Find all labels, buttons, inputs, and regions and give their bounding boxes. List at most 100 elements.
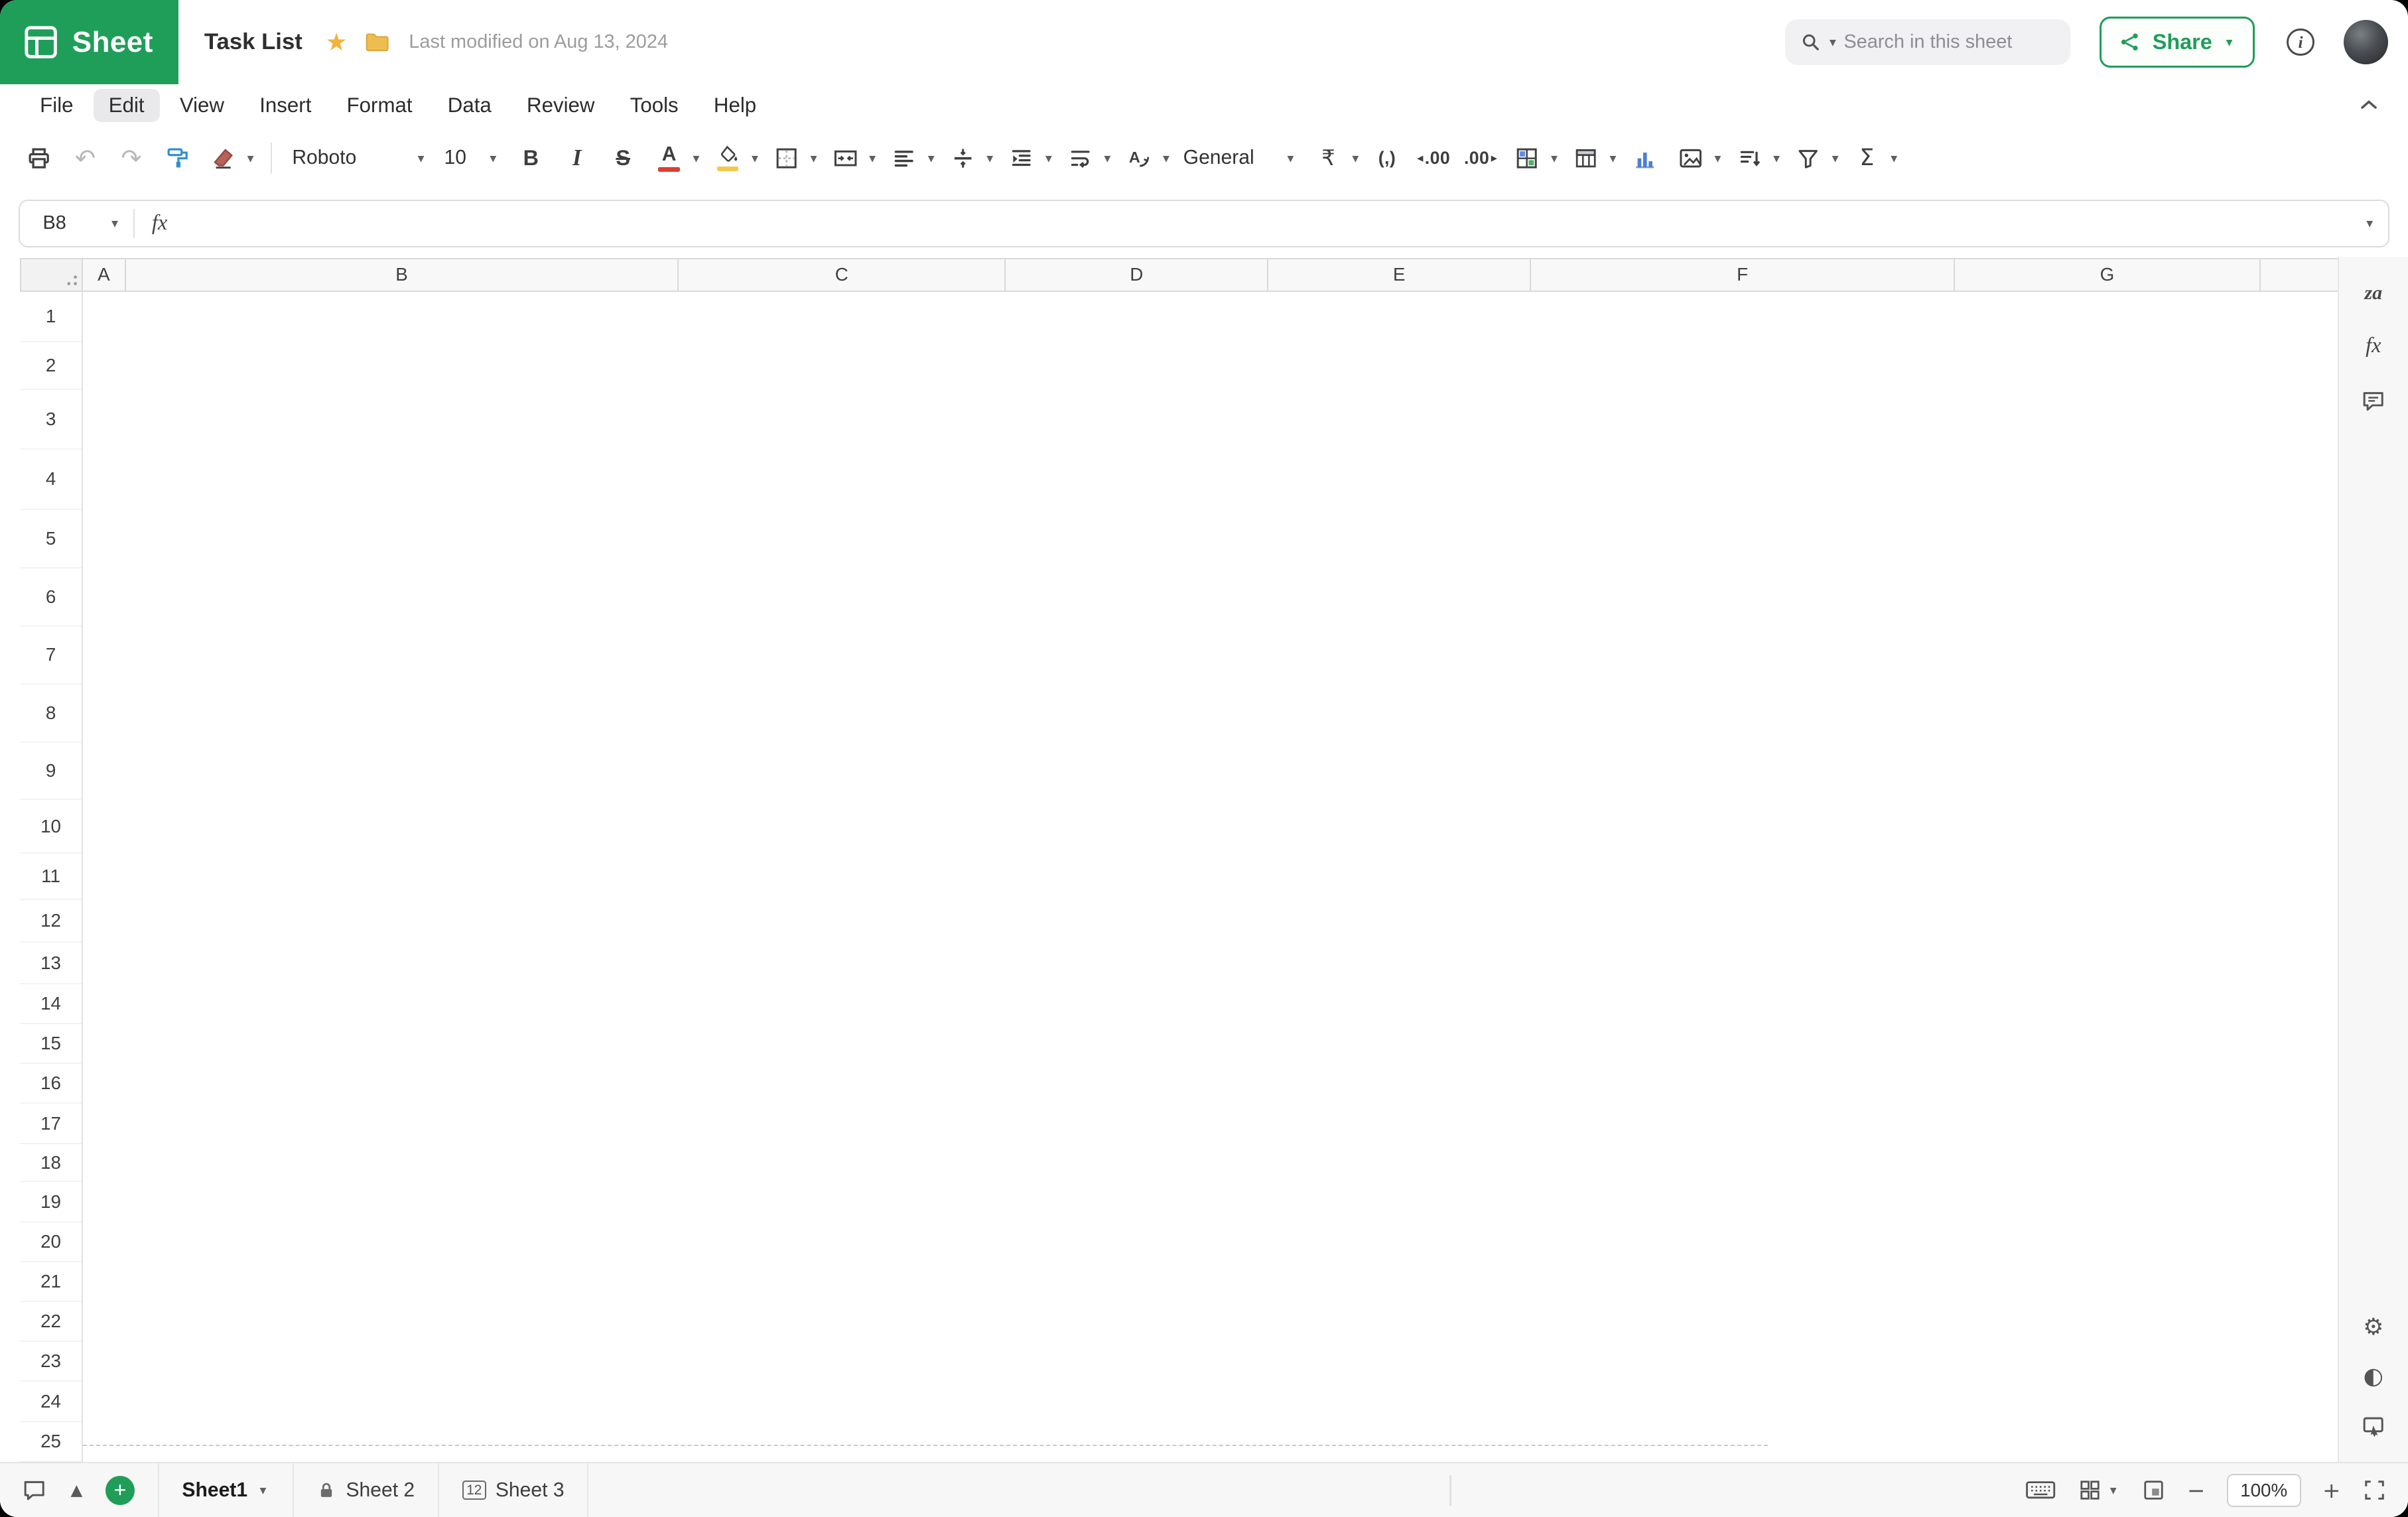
vertical-align-chevron-icon[interactable]: ▾ (984, 152, 996, 165)
sheet-tab-2[interactable]: Sheet 2 (294, 1463, 439, 1517)
row-header-12[interactable]: 12 (20, 900, 82, 943)
favorite-star-icon[interactable]: ★ (326, 28, 348, 56)
wrap-text-chevron-icon[interactable]: ▾ (1101, 152, 1114, 165)
theme-brightness-icon[interactable]: ◐ (2364, 1365, 2383, 1388)
cells-canvas[interactable] (83, 292, 2338, 1462)
insert-image-chevron-icon[interactable]: ▾ (1711, 152, 1724, 165)
column-header-H[interactable]: H (2261, 258, 2338, 292)
functions-chevron-icon[interactable]: ▾ (1888, 152, 1901, 165)
column-header-G[interactable]: G (1955, 258, 2261, 292)
add-sheet-button[interactable]: + (105, 1476, 135, 1505)
font-color-chevron-icon[interactable]: ▾ (690, 152, 702, 165)
tips-tour-icon[interactable] (2360, 1414, 2386, 1440)
zia-assistant-icon[interactable]: za (2364, 281, 2382, 304)
row-header-11[interactable]: 11 (20, 854, 82, 899)
indent-chevron-icon[interactable]: ▾ (1042, 152, 1055, 165)
sheet-tab-3[interactable]: 12 Sheet 3 (439, 1463, 588, 1517)
select-all-corner[interactable] (20, 258, 83, 292)
settings-gear-icon[interactable]: ⚙ (2363, 1316, 2383, 1339)
row-header-2[interactable]: 2 (20, 342, 82, 390)
search-input[interactable] (1843, 31, 2056, 53)
undo-button[interactable]: ↶ (64, 137, 106, 180)
format-painter-button[interactable] (157, 137, 198, 180)
row-header-1[interactable]: 1 (20, 292, 82, 342)
sheet-tab-1-chevron-icon[interactable]: ▾ (257, 1484, 269, 1497)
redo-button[interactable]: ↷ (111, 137, 153, 180)
formula-bar-expand-chevron-icon[interactable]: ▾ (2364, 217, 2389, 230)
merge-cells-button[interactable] (825, 137, 866, 180)
wrap-text-button[interactable] (1059, 137, 1101, 180)
name-box[interactable]: B8 ▾ (20, 212, 133, 234)
fill-color-chevron-icon[interactable]: ▾ (748, 152, 761, 165)
row-header-16[interactable]: 16 (20, 1064, 82, 1104)
italic-button[interactable]: I (556, 137, 598, 180)
text-rotation-button[interactable]: A (1118, 137, 1160, 180)
borders-button[interactable] (766, 137, 807, 180)
decrease-decimal-button[interactable]: ◂.00 (1412, 137, 1455, 180)
menu-help[interactable]: Help (699, 89, 772, 122)
horizontal-align-button[interactable] (884, 137, 925, 180)
clear-format-button[interactable] (203, 137, 245, 180)
strikethrough-button[interactable]: S (602, 137, 644, 180)
user-avatar[interactable] (2344, 20, 2388, 64)
row-header-9[interactable]: 9 (20, 743, 82, 800)
zoom-in-button[interactable]: + (2322, 1478, 2340, 1503)
column-header-E[interactable]: E (1268, 258, 1531, 292)
info-button[interactable]: i (2287, 29, 2314, 56)
row-header-14[interactable]: 14 (20, 984, 82, 1024)
currency-format-button[interactable]: ₹ (1307, 137, 1349, 180)
row-header-5[interactable]: 5 (20, 510, 82, 568)
sheet-view-icon[interactable] (2141, 1478, 2166, 1502)
row-header-15[interactable]: 15 (20, 1024, 82, 1064)
text-rotation-chevron-icon[interactable]: ▾ (1160, 152, 1172, 165)
keyboard-shortcuts-icon[interactable] (2025, 1479, 2056, 1500)
functions-button[interactable]: Σ (1846, 137, 1888, 180)
clear-format-chevron-icon[interactable]: ▾ (244, 152, 257, 165)
collapse-toolbar-icon[interactable] (2354, 94, 2383, 117)
row-header-18[interactable]: 18 (20, 1144, 82, 1183)
merge-cells-chevron-icon[interactable]: ▾ (866, 152, 879, 165)
table-style-chevron-icon[interactable]: ▾ (1607, 152, 1619, 165)
sheet-search-box[interactable]: ▾ (1785, 19, 2071, 65)
search-scope-chevron-icon[interactable]: ▾ (1826, 36, 1839, 49)
column-header-A[interactable]: A (83, 258, 126, 292)
menu-view[interactable]: View (165, 89, 239, 122)
sheet-list-icon[interactable]: ▲ (70, 1482, 82, 1499)
font-color-button[interactable]: A (648, 137, 690, 180)
table-style-button[interactable] (1565, 137, 1607, 180)
comments-panel-icon[interactable] (2360, 387, 2386, 413)
comma-style-button[interactable]: (,) (1367, 137, 1408, 180)
fullscreen-icon[interactable] (2362, 1478, 2387, 1502)
sort-button[interactable] (1729, 137, 1771, 180)
grid-view-icon[interactable]: ▾ (2078, 1478, 2119, 1502)
filter-chevron-icon[interactable]: ▾ (1829, 152, 1841, 165)
menu-tools[interactable]: Tools (615, 89, 694, 122)
number-format-select[interactable]: General ▾ (1177, 137, 1303, 180)
borders-chevron-icon[interactable]: ▾ (807, 152, 820, 165)
indent-button[interactable] (1001, 137, 1043, 180)
row-header-6[interactable]: 6 (20, 568, 82, 627)
row-header-19[interactable]: 19 (20, 1182, 82, 1222)
bold-button[interactable]: B (510, 137, 552, 180)
row-header-10[interactable]: 10 (20, 800, 82, 854)
insert-image-button[interactable] (1670, 137, 1711, 180)
font-family-select[interactable]: Roboto ▾ (286, 137, 433, 180)
menu-insert[interactable]: Insert (244, 89, 326, 122)
folder-icon[interactable] (364, 31, 390, 54)
row-header-13[interactable]: 13 (20, 943, 82, 984)
formula-input[interactable] (184, 212, 2364, 235)
print-button[interactable] (19, 137, 60, 180)
conditional-format-chevron-icon[interactable]: ▾ (1548, 152, 1560, 165)
fill-color-button[interactable] (707, 137, 749, 180)
row-header-8[interactable]: 8 (20, 685, 82, 743)
menu-format[interactable]: Format (331, 89, 427, 122)
zoom-out-button[interactable]: − (2187, 1478, 2205, 1503)
row-header-7[interactable]: 7 (20, 627, 82, 685)
vertical-align-button[interactable] (942, 137, 984, 180)
conditional-format-button[interactable] (1506, 137, 1548, 180)
insert-chart-button[interactable] (1624, 137, 1666, 180)
row-header-23[interactable]: 23 (20, 1342, 82, 1382)
share-button[interactable]: Share ▾ (2100, 17, 2254, 67)
row-header-3[interactable]: 3 (20, 390, 82, 450)
row-header-22[interactable]: 22 (20, 1302, 82, 1342)
